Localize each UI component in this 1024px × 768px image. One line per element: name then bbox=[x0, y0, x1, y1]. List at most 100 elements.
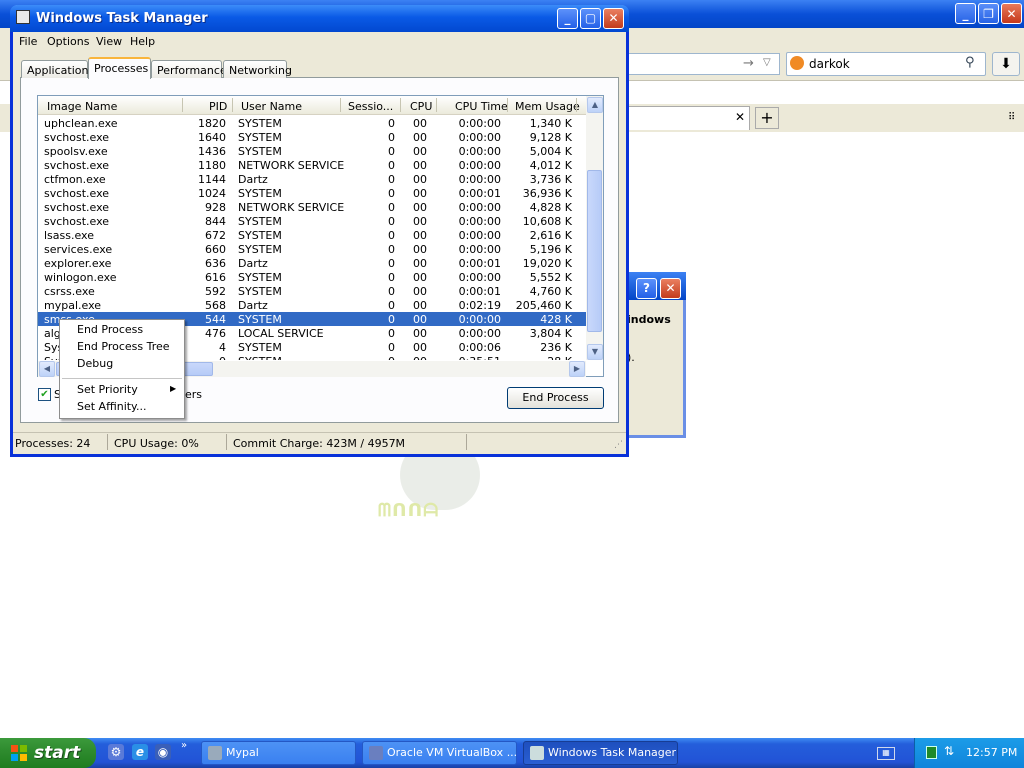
process-name: ctfmon.exe bbox=[44, 173, 106, 186]
process-pid: 568 bbox=[205, 299, 226, 312]
show-all-users-checkbox[interactable]: ✔ bbox=[38, 388, 51, 401]
process-user: SYSTEM bbox=[238, 313, 282, 326]
process-pid: 0 bbox=[219, 355, 226, 360]
process-cpu: 00 bbox=[413, 299, 427, 312]
process-cpu: 00 bbox=[413, 327, 427, 340]
process-session: 0 bbox=[388, 243, 395, 256]
scroll-left-button[interactable]: ◀ bbox=[39, 361, 55, 377]
task-manager-tray-icon[interactable] bbox=[926, 746, 937, 759]
process-row[interactable]: uphclean.exe 1820 SYSTEM 0 00 0:00:00 1,340 K bbox=[38, 116, 586, 130]
process-cpu: 00 bbox=[413, 145, 427, 158]
process-row[interactable]: lsass.exe 672 SYSTEM 0 00 0:00:00 2,616 K bbox=[38, 228, 586, 242]
process-user: NETWORK SERVICE bbox=[238, 159, 345, 172]
resize-grip-icon[interactable]: ⋰ bbox=[614, 440, 623, 450]
process-cpu: 00 bbox=[413, 117, 427, 130]
quicklaunch-overflow-icon[interactable]: » bbox=[181, 740, 187, 751]
process-cpu-time: 0:00:00 bbox=[458, 215, 501, 228]
process-row[interactable]: services.exe 660 SYSTEM 0 00 0:00:00 5,196 K bbox=[38, 242, 586, 256]
process-cpu-time: 0:02:19 bbox=[458, 299, 501, 312]
process-mem-usage: 9,128 K bbox=[529, 131, 572, 144]
process-cpu-time: 0:00:00 bbox=[458, 229, 501, 242]
status-cpu: CPU Usage: 0% bbox=[114, 437, 199, 450]
process-row[interactable]: ctfmon.exe 1144 Dartz 0 00 0:00:00 3,736 K bbox=[38, 172, 586, 186]
process-row[interactable]: svchost.exe 1024 SYSTEM 0 00 0:00:01 36,936 K bbox=[38, 186, 586, 200]
vertical-scroll-thumb[interactable] bbox=[587, 170, 602, 332]
process-session: 0 bbox=[388, 299, 395, 312]
process-row[interactable]: spoolsv.exe 1436 SYSTEM 0 00 0:00:00 5,004 K bbox=[38, 144, 586, 158]
ctx-end-process[interactable]: End Process bbox=[77, 323, 143, 336]
process-pid: 1180 bbox=[198, 159, 226, 172]
process-mem-usage: 3,804 K bbox=[529, 327, 572, 340]
submenu-arrow-icon: ▶ bbox=[170, 384, 177, 393]
process-name: lsass.exe bbox=[44, 229, 94, 242]
process-row[interactable]: explorer.exe 636 Dartz 0 00 0:00:01 19,020 K bbox=[38, 256, 586, 270]
process-row[interactable]: svchost.exe 844 SYSTEM 0 00 0:00:00 10,608 K bbox=[38, 214, 586, 228]
process-user: SYSTEM bbox=[238, 145, 282, 158]
process-cpu: 00 bbox=[413, 257, 427, 270]
process-cpu: 00 bbox=[413, 187, 427, 200]
scroll-down-button[interactable]: ▼ bbox=[587, 344, 603, 360]
process-cpu-time: 0:00:01 bbox=[458, 257, 501, 270]
keyboard-icon[interactable]: ▦ bbox=[877, 747, 895, 760]
process-cpu: 00 bbox=[413, 131, 427, 144]
process-row[interactable]: winlogon.exe 616 SYSTEM 0 00 0:00:00 5,552 K bbox=[38, 270, 586, 284]
process-mem-usage: 36,936 K bbox=[522, 187, 572, 200]
show-desktop-icon[interactable]: ⚙ bbox=[108, 744, 124, 760]
process-user: SYSTEM bbox=[238, 355, 282, 360]
ctx-set-affinity[interactable]: Set Affinity... bbox=[77, 400, 147, 413]
process-pid: 544 bbox=[205, 313, 226, 326]
process-mem-usage: 205,460 K bbox=[515, 299, 572, 312]
process-cpu: 00 bbox=[413, 355, 427, 360]
process-cpu: 00 bbox=[413, 173, 427, 186]
process-cpu-time: 0:00:01 bbox=[458, 187, 501, 200]
process-session: 0 bbox=[388, 187, 395, 200]
process-pid: 592 bbox=[205, 285, 226, 298]
process-mem-usage: 5,004 K bbox=[529, 145, 572, 158]
mypal-icon bbox=[208, 746, 222, 760]
process-pid: 844 bbox=[205, 215, 226, 228]
scroll-right-button[interactable]: ▶ bbox=[569, 361, 585, 377]
process-mem-usage: 10,608 K bbox=[522, 215, 572, 228]
process-row[interactable]: svchost.exe 928 NETWORK SERVICE 0 00 0:00:00 4… bbox=[38, 200, 586, 214]
process-user: Dartz bbox=[238, 257, 268, 270]
windows-flag-icon bbox=[11, 745, 27, 761]
tab-processes[interactable]: Processes bbox=[88, 57, 151, 79]
media-player-icon[interactable]: ◉ bbox=[155, 744, 171, 760]
start-label[interactable]: start bbox=[34, 743, 80, 763]
process-pid: 476 bbox=[205, 327, 226, 340]
process-pid: 1436 bbox=[198, 145, 226, 158]
process-mem-usage: 5,196 K bbox=[529, 243, 572, 256]
process-user: NETWORK SERVICE bbox=[238, 201, 345, 214]
process-mem-usage: 236 K bbox=[540, 341, 572, 354]
network-tray-icon[interactable]: ⇅ bbox=[944, 744, 954, 758]
taskbar-task-manager[interactable]: Windows Task Manager bbox=[523, 741, 678, 765]
scroll-up-button[interactable]: ▲ bbox=[587, 97, 603, 113]
process-cpu: 00 bbox=[413, 285, 427, 298]
taskbar-mypal[interactable]: Mypal bbox=[201, 741, 356, 765]
status-commit: Commit Charge: 423M / 4957M bbox=[233, 437, 406, 450]
process-cpu: 00 bbox=[413, 201, 427, 214]
task-label: Mypal bbox=[226, 746, 259, 759]
process-pid: 660 bbox=[205, 243, 226, 256]
process-user: SYSTEM bbox=[238, 341, 282, 354]
process-name: spoolsv.exe bbox=[44, 145, 108, 158]
taskbar-virtualbox[interactable]: Oracle VM VirtualBox ... bbox=[362, 741, 517, 765]
process-cpu-time: 0:00:00 bbox=[458, 201, 501, 214]
process-row[interactable]: mypal.exe 568 Dartz 0 00 0:02:19 205,460 K bbox=[38, 298, 586, 312]
ctx-set-priority[interactable]: Set Priority bbox=[77, 383, 138, 396]
process-row[interactable]: svchost.exe 1180 NETWORK SERVICE 0 00 0:00:00… bbox=[38, 158, 586, 172]
process-cpu-time: 0:00:01 bbox=[458, 285, 501, 298]
end-process-button[interactable]: End Process bbox=[507, 387, 604, 409]
process-pid: 1024 bbox=[198, 187, 226, 200]
process-cpu: 00 bbox=[413, 243, 427, 256]
internet-explorer-icon[interactable]: e bbox=[132, 744, 148, 760]
process-row[interactable]: csrss.exe 592 SYSTEM 0 00 0:00:01 4,760 K bbox=[38, 284, 586, 298]
process-mem-usage: 4,012 K bbox=[529, 159, 572, 172]
ctx-debug[interactable]: Debug bbox=[77, 357, 113, 370]
clock: 12:57 PM bbox=[966, 746, 1018, 759]
ctx-end-process-tree[interactable]: End Process Tree bbox=[77, 340, 170, 353]
process-row[interactable]: svchost.exe 1640 SYSTEM 0 00 0:00:00 9,128 K bbox=[38, 130, 586, 144]
process-user: Dartz bbox=[238, 173, 268, 186]
process-pid: 1144 bbox=[198, 173, 226, 186]
process-user: LOCAL SERVICE bbox=[238, 327, 324, 340]
